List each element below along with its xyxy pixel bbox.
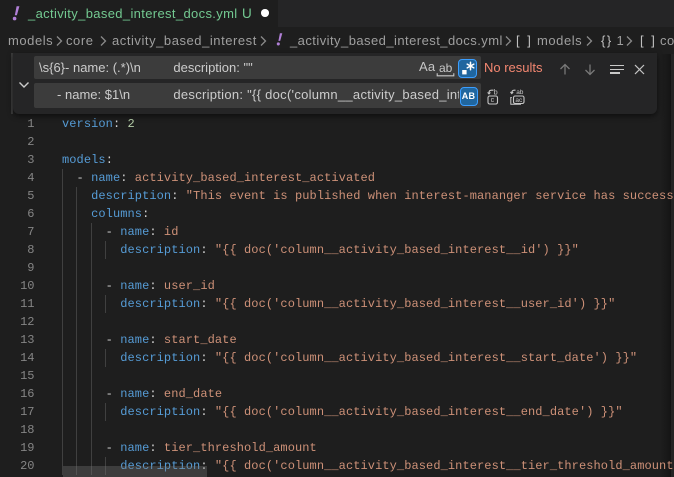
svg-text:ac: ac [515, 97, 523, 104]
svg-text:c: c [491, 97, 495, 104]
svg-text:ab: ab [439, 61, 453, 75]
svg-text:ab: ab [516, 89, 524, 96]
svg-text:b: b [494, 90, 498, 97]
